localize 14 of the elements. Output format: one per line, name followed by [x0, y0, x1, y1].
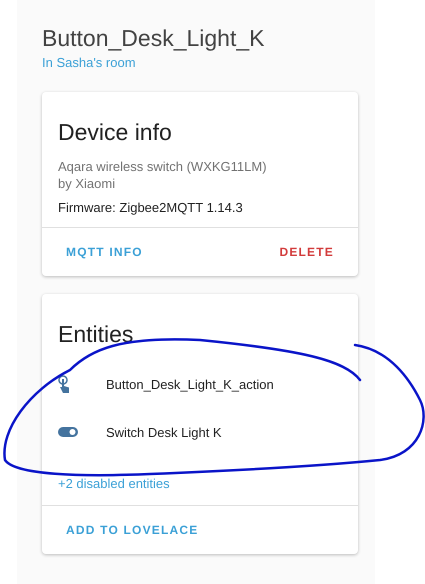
- delete-button[interactable]: DELETE: [263, 236, 350, 268]
- toggle-icon: [58, 427, 78, 437]
- entity-name[interactable]: Button_Desk_Light_K_action: [106, 376, 274, 392]
- area-link[interactable]: In Sasha's room: [42, 55, 358, 70]
- manufacturer-text: by Xiaomi: [58, 175, 116, 192]
- touch-icon: [58, 375, 72, 393]
- firmware-text: Firmware: Zigbee2MQTT 1.14.3: [58, 200, 244, 215]
- card-title: Device info: [58, 118, 173, 146]
- model-text: Aqara wireless switch (WXKG11LM): [58, 158, 268, 175]
- device-title: Button_Desk_Light_K: [42, 24, 266, 52]
- add-to-lovelace-button[interactable]: ADD TO LOVELACE: [50, 514, 214, 546]
- mqtt-info-button[interactable]: MQTT INFO: [50, 236, 159, 268]
- entity-name[interactable]: Switch Desk Light K: [106, 424, 222, 440]
- card-title: Entities: [58, 320, 134, 348]
